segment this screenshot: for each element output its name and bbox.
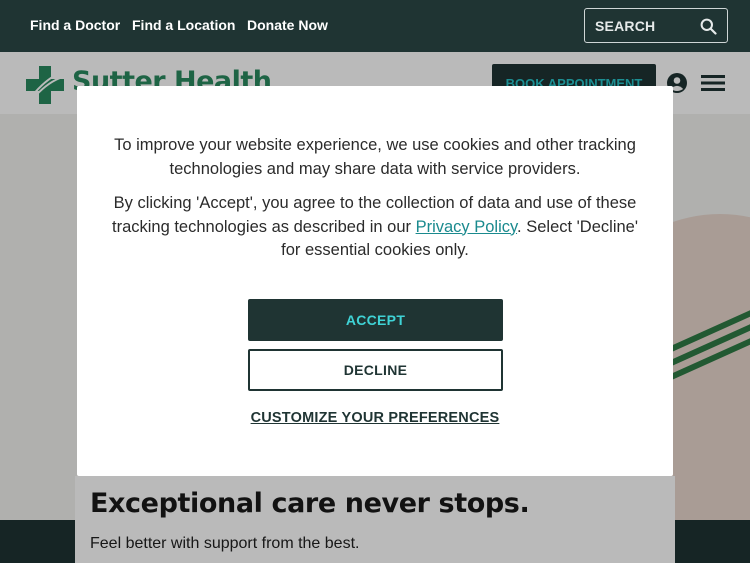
privacy-policy-link[interactable]: Privacy Policy — [416, 218, 517, 236]
cookie-notice-text: To improve your website experience, we u… — [114, 136, 636, 178]
cookie-consent-dialog: To improve your website experience, we u… — [77, 86, 673, 476]
accept-button[interactable]: ACCEPT — [248, 299, 503, 341]
find-a-doctor-link[interactable]: Find a Doctor — [30, 17, 120, 33]
customize-preferences-link[interactable]: CUSTOMIZE YOUR PREFERENCES — [77, 410, 673, 426]
donate-now-link[interactable]: Donate Now — [247, 17, 328, 33]
decline-button[interactable]: DECLINE — [248, 349, 503, 391]
search-icon[interactable] — [700, 18, 717, 35]
find-a-location-link[interactable]: Find a Location — [132, 17, 235, 33]
utility-bar: Find a Doctor Find a Location Donate Now… — [0, 0, 750, 52]
search-input[interactable]: SEARCH — [584, 8, 728, 43]
search-placeholder: SEARCH — [595, 18, 656, 34]
cookie-consent-text: By clicking 'Accept', you agree to the c… — [107, 192, 643, 263]
